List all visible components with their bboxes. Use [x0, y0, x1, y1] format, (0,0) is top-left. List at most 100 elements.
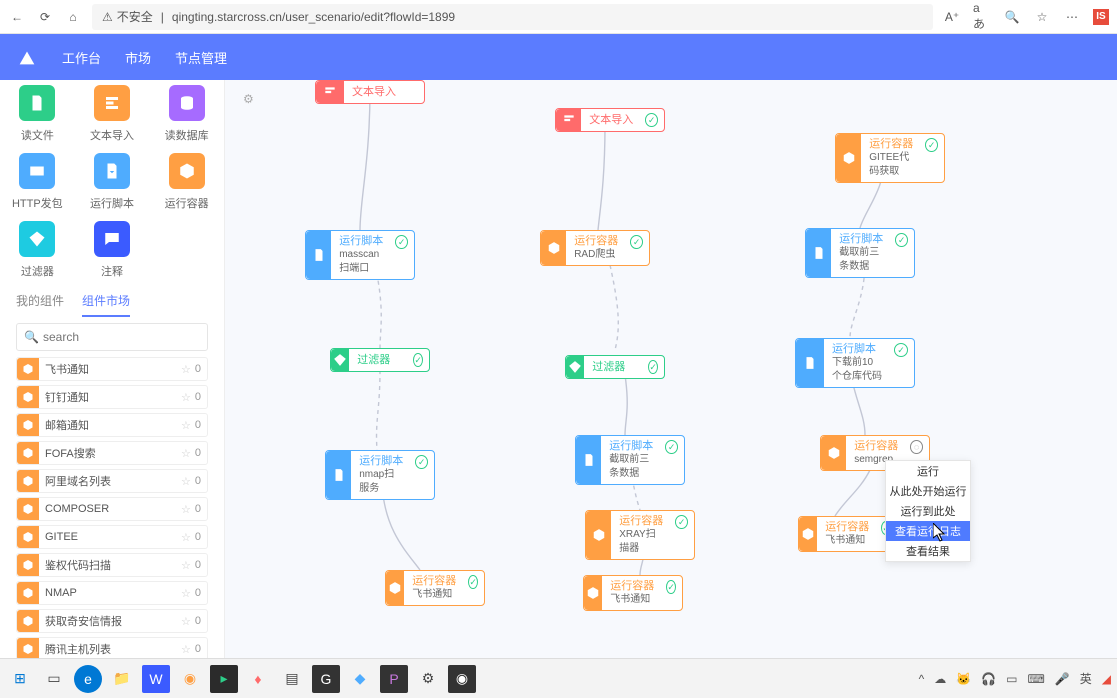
- ctx-run-from-here[interactable]: 从此处开始运行: [886, 481, 970, 501]
- palette-run-container[interactable]: 运行容器: [149, 148, 224, 216]
- palette-text-import[interactable]: 文本导入: [75, 80, 150, 148]
- star-icon[interactable]: ☆: [181, 587, 191, 600]
- container-icon: [799, 517, 817, 551]
- search-icon: 🔍: [24, 330, 39, 344]
- ctx-view-log[interactable]: 查看运行日志: [886, 521, 970, 541]
- tray-icon[interactable]: ◢: [1102, 672, 1111, 686]
- flow-canvas[interactable]: ⚙ 文本导入 运行脚本masscan扫端口✓ 过滤器✓ 运行脚本nmap扫服务✓…: [225, 80, 1117, 658]
- node-feishu-2[interactable]: 运行容器飞书通知✓: [583, 575, 683, 611]
- list-item[interactable]: 鉴权代码扫描☆0: [16, 553, 208, 577]
- star-icon[interactable]: ☆: [181, 391, 191, 404]
- app-icon[interactable]: ◉: [448, 665, 476, 693]
- tray-icon[interactable]: ☁: [934, 672, 946, 686]
- app-logo-icon[interactable]: [16, 46, 38, 68]
- component-name: 邮箱通知: [45, 417, 181, 433]
- translate-icon[interactable]: aあ: [973, 8, 991, 26]
- home-icon[interactable]: ⌂: [64, 8, 82, 26]
- address-bar[interactable]: ⚠不安全 | qingting.starcross.cn/user_scenar…: [92, 4, 933, 30]
- profile-badge[interactable]: IS: [1093, 9, 1109, 25]
- list-item[interactable]: 飞书通知☆0: [16, 357, 208, 381]
- app-icon[interactable]: G: [312, 665, 340, 693]
- star-icon[interactable]: ☆: [181, 615, 191, 628]
- ctx-run[interactable]: 运行: [886, 461, 970, 481]
- list-item[interactable]: NMAP☆0: [16, 581, 208, 605]
- component-list[interactable]: 飞书通知☆0钉钉通知☆0邮箱通知☆0FOFA搜索☆0阿里域名列表☆0COMPOS…: [0, 357, 224, 658]
- list-item[interactable]: 腾讯主机列表☆0: [16, 637, 208, 658]
- palette-filter[interactable]: 过滤器: [0, 216, 75, 284]
- palette-read-db[interactable]: 读数据库: [149, 80, 224, 148]
- nav-item-nodes[interactable]: 节点管理: [175, 48, 227, 67]
- star-icon[interactable]: ☆: [181, 363, 191, 376]
- tray-icon[interactable]: ▭: [1006, 672, 1017, 686]
- app-icon[interactable]: W: [142, 665, 170, 693]
- search-icon[interactable]: 🔍: [1003, 8, 1021, 26]
- palette-read-file[interactable]: 读文件: [0, 80, 75, 148]
- star-icon[interactable]: ☆: [181, 475, 191, 488]
- app-icon[interactable]: ▤: [278, 665, 306, 693]
- node-gitee[interactable]: 运行容器GITEE代码获取✓: [835, 133, 945, 183]
- node-text-import-1[interactable]: 文本导入: [315, 80, 425, 104]
- tray-icon[interactable]: 🐱: [956, 672, 971, 686]
- taskview-icon[interactable]: ▭: [40, 665, 68, 693]
- favorite-icon[interactable]: ☆: [1033, 8, 1051, 26]
- star-icon[interactable]: ☆: [181, 419, 191, 432]
- node-title: 运行容器: [854, 439, 898, 453]
- nav-item-workbench[interactable]: 工作台: [62, 48, 101, 67]
- node-title: 运行容器: [574, 234, 618, 248]
- list-item[interactable]: 邮箱通知☆0: [16, 413, 208, 437]
- container-icon: [386, 571, 404, 605]
- refresh-icon[interactable]: ⟳: [36, 8, 54, 26]
- app-icon[interactable]: ◆: [346, 665, 374, 693]
- ime-icon[interactable]: ⌨: [1027, 672, 1044, 686]
- mic-icon[interactable]: 🎤: [1055, 672, 1070, 686]
- node-xray[interactable]: 运行容器XRAY扫描器✓: [585, 510, 695, 560]
- list-item[interactable]: COMPOSER☆0: [16, 497, 208, 521]
- explorer-icon[interactable]: 📁: [108, 665, 136, 693]
- list-item[interactable]: GITEE☆0: [16, 525, 208, 549]
- app-icon[interactable]: ▸: [210, 665, 238, 693]
- list-item[interactable]: FOFA搜索☆0: [16, 441, 208, 465]
- node-slice3-2[interactable]: 运行脚本截取前三条数据✓: [575, 435, 685, 485]
- gear-icon[interactable]: ⚙: [243, 92, 254, 106]
- node-filter-1[interactable]: 过滤器✓: [330, 348, 430, 372]
- app-icon[interactable]: ♦: [244, 665, 272, 693]
- node-slice3-1[interactable]: 运行脚本截取前三条数据✓: [805, 228, 915, 278]
- app-icon[interactable]: ⚙: [414, 665, 442, 693]
- list-item[interactable]: 钉钉通知☆0: [16, 385, 208, 409]
- node-masscan[interactable]: 运行脚本masscan扫端口✓: [305, 230, 415, 280]
- lang-icon[interactable]: 英: [1080, 670, 1092, 687]
- tray-icon[interactable]: ^: [919, 672, 925, 686]
- node-feishu-3[interactable]: 运行容器飞书通知✓: [798, 516, 898, 552]
- ctx-view-result[interactable]: 查看结果: [886, 541, 970, 561]
- palette-http[interactable]: HTTP发包: [0, 148, 75, 216]
- palette-comment[interactable]: 注释: [75, 216, 150, 284]
- tray-icon[interactable]: 🎧: [981, 672, 996, 686]
- node-nmap[interactable]: 运行脚本nmap扫服务✓: [325, 450, 435, 500]
- node-download-repos[interactable]: 运行脚本下载前10个仓库代码✓: [795, 338, 915, 388]
- ctx-run-to-here[interactable]: 运行到此处: [886, 501, 970, 521]
- app-icon[interactable]: P: [380, 665, 408, 693]
- star-icon[interactable]: ☆: [181, 643, 191, 656]
- search-input[interactable]: [16, 323, 208, 351]
- start-icon[interactable]: ⊞: [6, 665, 34, 693]
- nav-item-market[interactable]: 市场: [125, 48, 151, 67]
- node-text-import-2[interactable]: 文本导入✓: [555, 108, 665, 132]
- star-icon[interactable]: ☆: [181, 503, 191, 516]
- edge-icon[interactable]: e: [74, 665, 102, 693]
- app-icon[interactable]: ◉: [176, 665, 204, 693]
- list-item[interactable]: 阿里域名列表☆0: [16, 469, 208, 493]
- star-icon[interactable]: ☆: [181, 531, 191, 544]
- more-icon[interactable]: ⋯: [1063, 8, 1081, 26]
- tab-my-components[interactable]: 我的组件: [16, 292, 64, 317]
- read-aloud-icon[interactable]: A⁺: [943, 8, 961, 26]
- tab-component-market[interactable]: 组件市场: [82, 292, 130, 317]
- list-item[interactable]: 获取奇安信情报☆0: [16, 609, 208, 633]
- node-feishu-1[interactable]: 运行容器飞书通知✓: [385, 570, 485, 606]
- palette-run-script[interactable]: 运行脚本: [75, 148, 150, 216]
- back-icon[interactable]: ←: [8, 8, 26, 26]
- star-icon[interactable]: ☆: [181, 447, 191, 460]
- star-icon[interactable]: ☆: [181, 559, 191, 572]
- node-rad[interactable]: 运行容器RAD爬虫✓: [540, 230, 650, 266]
- node-filter-2[interactable]: 过滤器✓: [565, 355, 665, 379]
- component-count: 0: [195, 363, 201, 375]
